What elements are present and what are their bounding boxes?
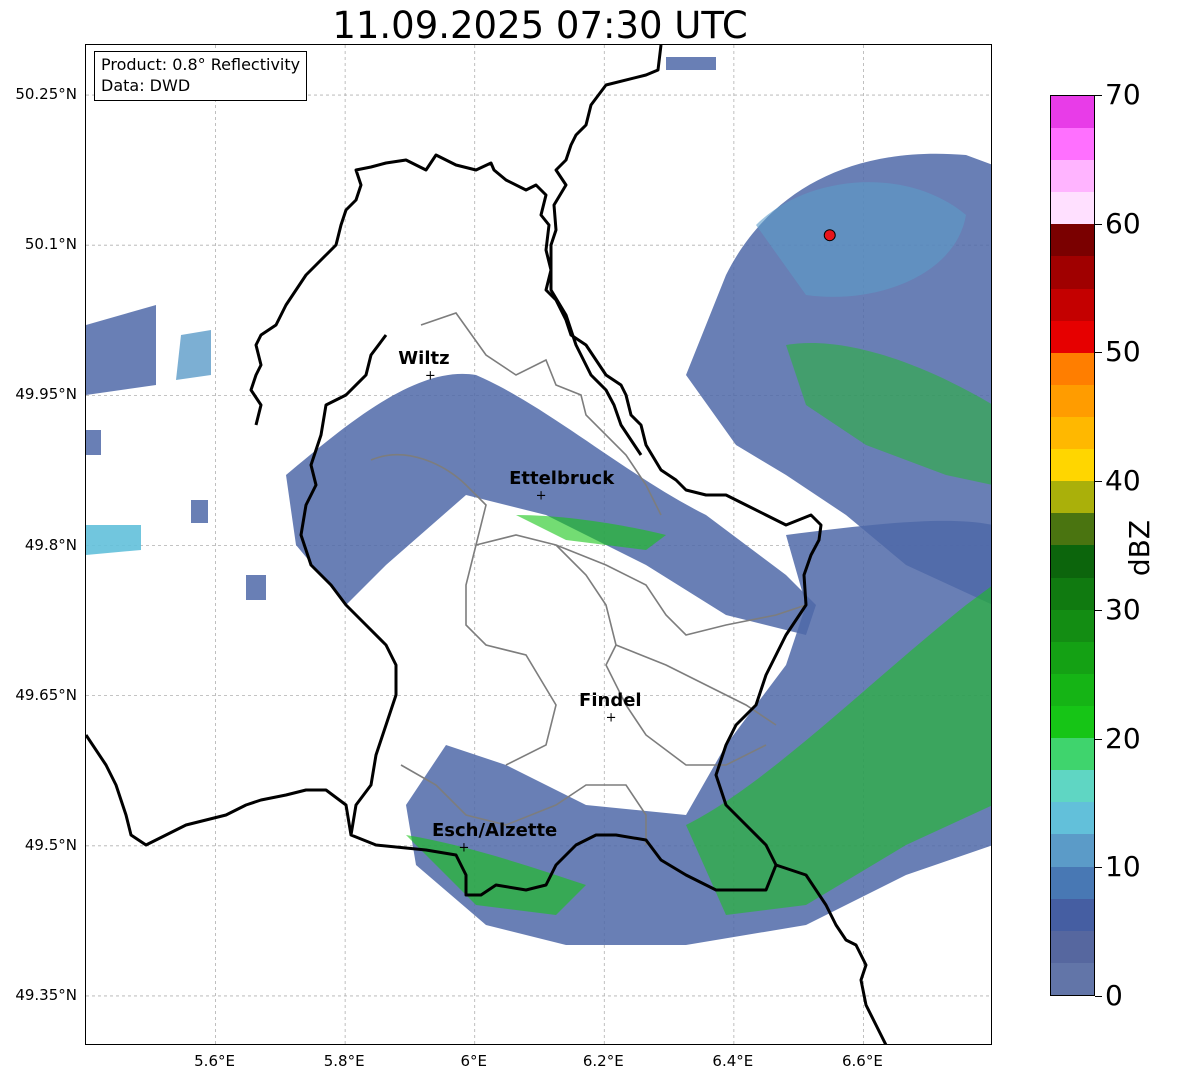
site-markers: [823, 229, 836, 242]
echo-west-5: [191, 500, 208, 523]
colorbar-segment: [1051, 288, 1094, 321]
colorbar-segment: [1051, 609, 1094, 642]
colorbar-tick: [1095, 996, 1102, 997]
colorbar-segment: [1051, 384, 1094, 418]
colorbar-tick-label: 30: [1105, 592, 1141, 626]
colorbar-tick: [1095, 867, 1102, 869]
colorbar-tick-label: 20: [1105, 721, 1141, 755]
data-source-label: Data: DWD: [101, 76, 191, 95]
lon-tick-label: 5.6°E: [194, 1052, 235, 1070]
echo-west-3: [86, 525, 141, 555]
lat-tick-label: 50.1°N: [24, 235, 77, 254]
product-label: Product: 0.8° Reflectivity: [101, 55, 301, 74]
colorbar-segment: [1051, 320, 1094, 353]
colorbar-tick: [1095, 95, 1102, 96]
info-box: Product: 0.8° Reflectivity Data: DWD: [94, 51, 308, 101]
echo-west-6: [246, 575, 266, 600]
colorbar-tick: [1095, 223, 1102, 225]
colorbar-tick-label: 70: [1105, 78, 1141, 111]
colorbar: [1050, 95, 1095, 996]
colorbar-tick: [1095, 609, 1102, 611]
colorbar-tick-label: 0: [1105, 979, 1123, 1012]
echo-north-strip: [666, 57, 716, 70]
colorbar-segment: [1051, 930, 1094, 963]
city-marker: +: [458, 840, 470, 856]
colorbar-tick-label: 10: [1105, 850, 1141, 884]
colorbar-segment: [1051, 224, 1094, 257]
echo-west-1: [86, 305, 156, 395]
colorbar-segment: [1051, 673, 1094, 707]
lat-tick-label: 49.8°N: [24, 535, 77, 554]
lat-tick-label: 49.95°N: [15, 385, 77, 404]
country-border-west: [86, 734, 353, 847]
colorbar-segment: [1051, 706, 1094, 739]
colorbar-segment: [1051, 160, 1094, 193]
colorbar-label: dBZ: [1123, 519, 1156, 577]
lon-tick-label: 5.8°E: [323, 1052, 365, 1070]
radar-site-marker: [823, 229, 836, 242]
colorbar-segment: [1051, 545, 1094, 578]
colorbar-segment: [1051, 770, 1094, 803]
colorbar-segment: [1051, 352, 1094, 385]
colorbar-segment: [1051, 449, 1094, 482]
colorbar-segment: [1051, 962, 1094, 995]
colorbar-segment: [1051, 866, 1094, 899]
colorbar-segment: [1051, 738, 1094, 771]
city-label: Wiltz: [398, 348, 450, 370]
colorbar-segment: [1051, 577, 1094, 610]
radar-map: [85, 44, 992, 1045]
lat-tick-label: 49.35°N: [15, 985, 77, 1004]
colorbar-segment: [1051, 128, 1094, 161]
city-marker: +: [424, 368, 436, 384]
colorbar-tick: [1095, 738, 1102, 740]
colorbar-segment: [1051, 834, 1094, 867]
lon-tick-label: 6.6°E: [842, 1052, 883, 1070]
lon-tick-label: 6.4°E: [712, 1052, 754, 1070]
echo-west-4: [86, 430, 101, 455]
colorbar-segment: [1051, 802, 1094, 835]
colorbar-tick: [1095, 352, 1102, 354]
echo-west-2: [176, 330, 211, 380]
city-label: Findel: [579, 689, 642, 711]
map-canvas: [86, 45, 991, 1044]
city-marker: +: [535, 488, 547, 504]
colorbar-segment: [1051, 641, 1094, 674]
lat-tick-label: 49.5°N: [24, 835, 77, 854]
lat-tick-label: 50.25°N: [15, 85, 77, 104]
map-title: 11.09.2025 07:30 UTC: [332, 4, 748, 47]
lon-tick-label: 6°E: [460, 1052, 487, 1070]
colorbar-segment: [1051, 481, 1094, 514]
colorbar-tick-label: 40: [1105, 464, 1141, 498]
colorbar-tick-label: 50: [1105, 335, 1141, 369]
colorbar-tick-label: 60: [1105, 206, 1141, 240]
colorbar-segment: [1051, 256, 1094, 289]
colorbar-tick: [1095, 481, 1102, 483]
city-label: Ettelbruck: [509, 468, 615, 490]
lon-tick-label: 6.2°E: [582, 1052, 624, 1070]
colorbar-segment: [1051, 95, 1094, 129]
city-label: Esch/Alzette: [431, 819, 558, 841]
colorbar-segment: [1051, 417, 1094, 450]
colorbar-segment: [1051, 898, 1094, 931]
city-marker: +: [605, 710, 617, 726]
colorbar-segment: [1051, 513, 1094, 546]
lat-tick-label: 49.65°N: [15, 685, 77, 704]
colorbar-segment: [1051, 192, 1094, 225]
